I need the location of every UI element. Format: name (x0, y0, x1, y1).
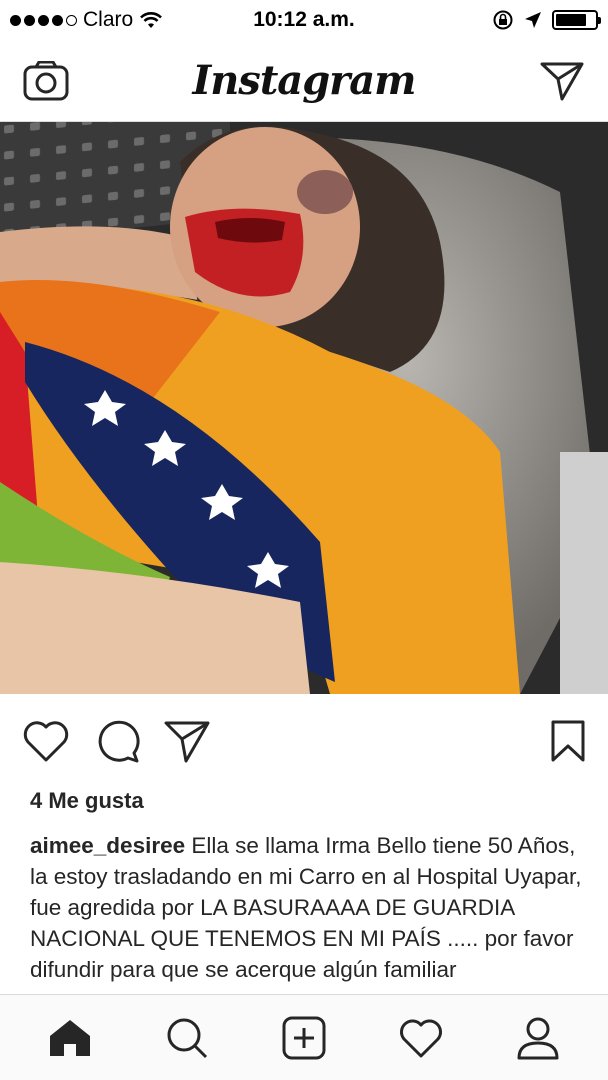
search-icon (167, 1018, 208, 1058)
tab-activity[interactable] (391, 1008, 451, 1068)
tab-profile[interactable] (508, 1008, 568, 1068)
status-left: Claro (10, 8, 163, 32)
camera-button[interactable] (22, 57, 70, 105)
rotation-lock-icon (493, 10, 513, 30)
new-post-icon (282, 1016, 326, 1059)
direct-message-button[interactable] (538, 57, 586, 105)
status-bar: Claro 10:12 a.m. (0, 0, 608, 40)
carrier-name: Claro (83, 8, 134, 31)
wifi-icon (140, 12, 163, 28)
post-caption: aimee_desiree Ella se llama Irma Bello t… (30, 830, 586, 994)
location-arrow-icon (525, 12, 541, 28)
home-icon (50, 1019, 91, 1056)
battery-level (556, 14, 587, 26)
post-photo-illustration (0, 122, 608, 694)
camera-icon (23, 60, 69, 100)
caption-username[interactable]: aimee_desiree (30, 833, 185, 858)
bookmark-icon[interactable] (550, 719, 586, 763)
battery-icon (552, 10, 601, 30)
share-icon[interactable] (164, 719, 210, 763)
signal-icon (10, 14, 77, 26)
tab-home[interactable] (40, 1008, 100, 1068)
post-photo[interactable] (0, 122, 608, 694)
activity-icon (399, 1019, 442, 1057)
tab-bar (0, 994, 608, 1080)
likes-count[interactable]: 4 Me gusta (30, 788, 144, 814)
tab-new-post[interactable] (274, 1008, 334, 1068)
instagram-logo: Instagram (192, 57, 417, 104)
direct-message-icon (540, 62, 584, 100)
status-right (492, 9, 601, 31)
profile-icon (517, 1017, 559, 1059)
tab-search[interactable] (157, 1008, 217, 1068)
comment-icon[interactable] (94, 718, 140, 764)
top-nav: Instagram (0, 40, 608, 122)
post-actions (0, 712, 608, 770)
heart-icon[interactable] (22, 719, 70, 763)
